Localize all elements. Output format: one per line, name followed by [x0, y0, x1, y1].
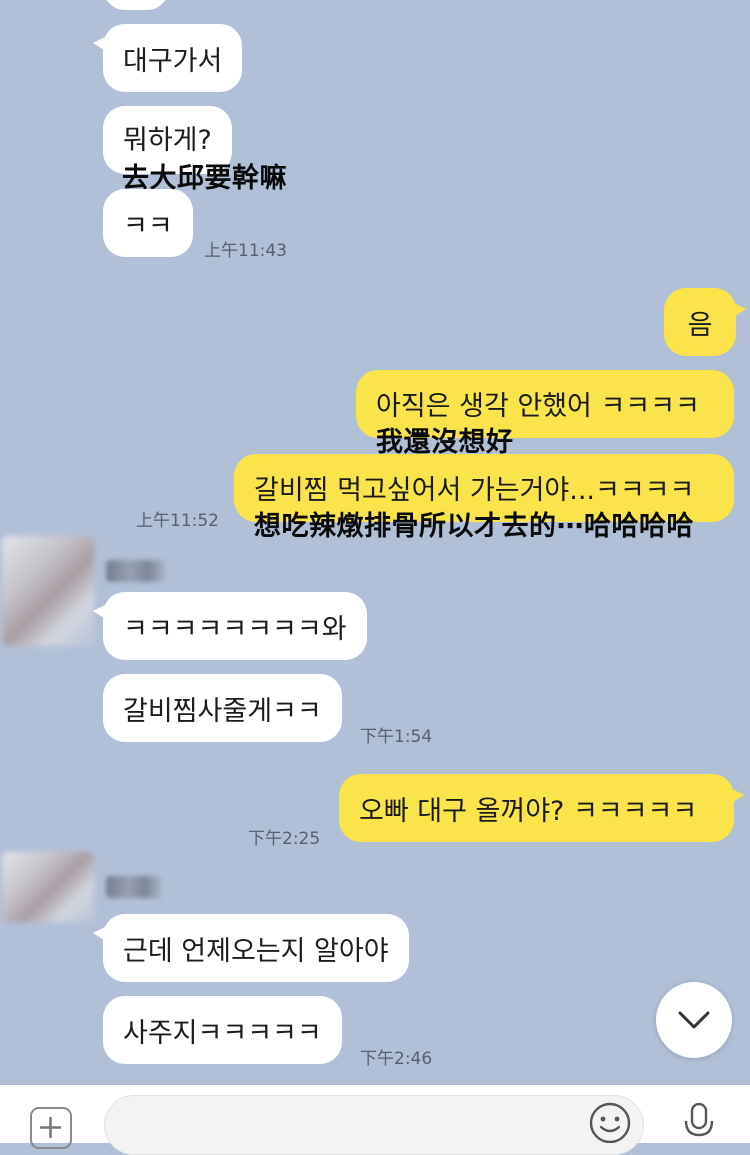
message-timestamp: 上午11:52: [136, 511, 219, 531]
message-text: 사주지ㅋㅋㅋㅋㅋ: [123, 1017, 322, 1049]
message-text: ㅋㅋ: [123, 210, 173, 242]
message-text: ㅋㅋㅋㅋㅋㅋㅋㅋ와: [123, 613, 347, 645]
smiley-icon: [589, 1102, 631, 1144]
avatar[interactable]: [2, 536, 94, 646]
message-text: 갈비찜 먹고싶어서 가는거야...ㅋㅋㅋㅋ: [254, 475, 695, 506]
message-text: 음: [687, 309, 713, 341]
plus-icon: [40, 1117, 61, 1138]
avatar[interactable]: [2, 852, 94, 922]
message-bubble[interactable]: 사주지ㅋㅋㅋㅋㅋ: [103, 996, 342, 1064]
scroll-down-button[interactable]: [656, 982, 732, 1058]
emoji-button[interactable]: [588, 1101, 632, 1147]
message-text: 대구가서: [123, 45, 223, 77]
chevron-down-icon: [678, 1011, 710, 1029]
message-bubble[interactable]: 오빠 대구 올꺼야? ㅋㅋㅋㅋㅋ: [339, 774, 744, 842]
message-bubble[interactable]: ㅋㅋ: [103, 189, 193, 257]
message-bubble[interactable]: 대구가서: [92, 24, 243, 92]
message-bubble[interactable]: ㅋㅋㅋㅋㅋㅋㅋㅋ와: [93, 592, 367, 660]
message-timestamp: 上午11:43: [204, 241, 287, 261]
message-input-bar: [0, 1085, 750, 1155]
message-text: 근데 언제오는지 알아야: [123, 935, 389, 967]
message-bubble-partial[interactable]: [103, 0, 169, 10]
sender-name: [106, 560, 166, 582]
message-bubble[interactable]: 음: [664, 288, 746, 356]
message-text: 오빠 대구 올꺼야? ㅋㅋㅋㅋㅋ: [359, 795, 698, 827]
message-bubble[interactable]: 근데 언제오는지 알아야: [93, 914, 409, 982]
message-text: 갈비찜사줄게ㅋㅋ: [123, 695, 322, 727]
sender-name: [106, 876, 162, 898]
translation-caption: 想吃辣燉排骨所以才去的⋯哈哈哈哈: [254, 511, 694, 542]
microphone-icon: [684, 1102, 714, 1137]
voice-button[interactable]: [682, 1102, 716, 1147]
message-bubble[interactable]: 갈비찜사줄게ㅋㅋ: [103, 674, 342, 742]
message-timestamp: 下午2:25: [248, 829, 321, 849]
message-timestamp: 下午1:54: [360, 727, 433, 747]
message-text: 뭐하게?: [123, 125, 212, 156]
message-timestamp: 下午2:46: [360, 1049, 433, 1069]
message-text: 아직은 생각 안했어 ㅋㅋㅋㅋ: [376, 391, 700, 422]
message-input[interactable]: [104, 1095, 644, 1155]
